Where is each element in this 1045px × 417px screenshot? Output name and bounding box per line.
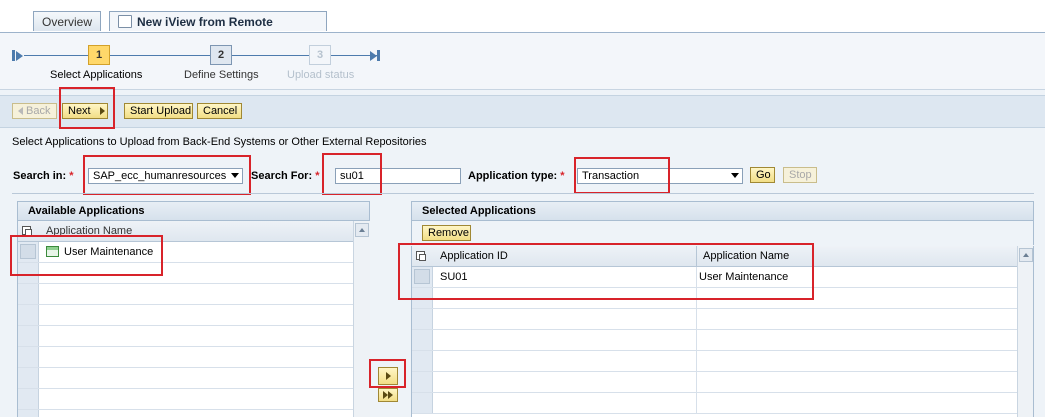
scroll-up-button[interactable] xyxy=(1019,248,1033,262)
available-applications-title: Available Applications xyxy=(17,201,370,221)
highlight-app-type xyxy=(574,157,670,194)
selected-toolbar: Remove xyxy=(411,221,1034,245)
tab-overview[interactable]: Overview xyxy=(33,11,101,31)
tab-new-iview[interactable]: New iView from Remote Source× xyxy=(109,11,327,49)
table-row xyxy=(18,389,354,410)
table-row xyxy=(18,326,354,347)
highlight-search-in xyxy=(83,155,251,195)
roadmap-end-arrow-icon xyxy=(370,51,377,61)
available-scrollbar[interactable] xyxy=(353,221,370,417)
roadmap-step-2[interactable]: 2 xyxy=(210,45,232,65)
table-row xyxy=(412,372,1018,393)
selected-scrollbar[interactable] xyxy=(1017,246,1034,417)
start-upload-button[interactable]: Start Upload xyxy=(124,103,193,119)
scroll-up-button[interactable] xyxy=(355,223,369,237)
roadmap-end-icon xyxy=(377,50,380,61)
app-type-label: Application type: * xyxy=(468,170,565,182)
document-icon xyxy=(118,15,132,28)
toolbar: Back Next Start Upload Cancel xyxy=(0,95,1045,128)
instruction-text: Select Applications to Upload from Back-… xyxy=(12,136,427,148)
tab-bar: Overview New iView from Remote Source× xyxy=(0,0,1045,49)
highlight-search-for xyxy=(322,153,382,195)
roadmap-step-2-label: Define Settings xyxy=(184,69,259,81)
highlight-add-button xyxy=(369,359,406,388)
search-for-label: Search For: * xyxy=(251,170,320,182)
roadmap-start-icon xyxy=(12,50,15,61)
add-all-button[interactable] xyxy=(378,388,398,402)
roadmap: 1 Select Applications 2 Define Settings … xyxy=(0,33,1045,90)
roadmap-step-3-label: Upload status xyxy=(287,69,355,81)
table-row xyxy=(412,309,1018,330)
chevron-up-icon xyxy=(1023,253,1029,257)
chevron-down-icon xyxy=(731,173,739,178)
highlight-user-maintenance xyxy=(10,235,163,276)
highlight-next xyxy=(59,87,115,129)
copy-icon[interactable] xyxy=(22,226,32,236)
table-row xyxy=(412,330,1018,351)
cancel-button[interactable]: Cancel xyxy=(197,103,242,119)
divider xyxy=(12,193,1034,194)
table-row xyxy=(412,351,1018,372)
selected-applications-title: Selected Applications xyxy=(411,201,1034,221)
table-row xyxy=(18,410,354,417)
roadmap-step-1-label: Select Applications xyxy=(50,69,143,81)
roadmap-step-3: 3 xyxy=(309,45,331,65)
stop-button: Stop xyxy=(783,167,817,183)
back-arrow-icon xyxy=(18,107,23,115)
highlight-selected-row xyxy=(398,243,814,300)
table-row xyxy=(412,393,1018,414)
table-row xyxy=(18,305,354,326)
roadmap-step-1[interactable]: 1 xyxy=(88,45,110,65)
back-button[interactable]: Back xyxy=(12,103,57,119)
table-row xyxy=(18,347,354,368)
remove-button[interactable]: Remove xyxy=(422,225,471,241)
table-row xyxy=(18,368,354,389)
table-row xyxy=(18,284,354,305)
chevron-up-icon xyxy=(359,228,365,232)
search-in-label: Search in: * xyxy=(13,170,74,182)
roadmap-start-arrow-icon xyxy=(16,51,23,61)
go-button[interactable]: Go xyxy=(750,167,775,183)
